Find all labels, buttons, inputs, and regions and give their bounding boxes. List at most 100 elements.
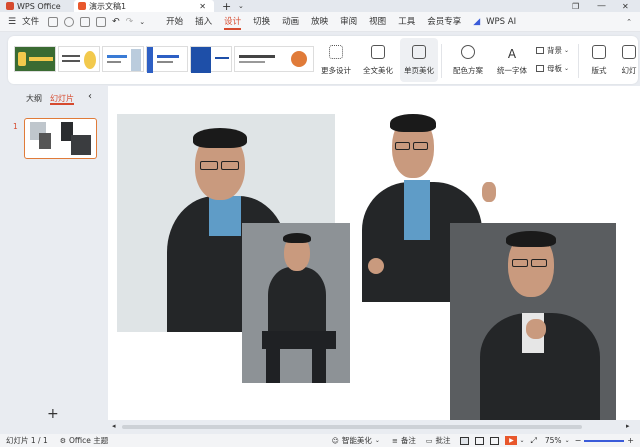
- sorter-view-icon[interactable]: [475, 436, 485, 445]
- menu-slideshow[interactable]: 放映: [305, 12, 334, 32]
- add-slide-button[interactable]: +: [47, 406, 59, 422]
- color-scheme-button[interactable]: 配色方案: [446, 38, 490, 82]
- menu-wps-ai[interactable]: WPS AI: [480, 12, 522, 32]
- slide-number: 1: [13, 122, 18, 131]
- wps-ai-icon: ◢: [473, 16, 481, 27]
- photo-3[interactable]: [242, 223, 350, 383]
- scroll-thumb[interactable]: [122, 425, 582, 429]
- undo-icon[interactable]: ↶: [112, 17, 120, 27]
- save-icon[interactable]: [48, 16, 59, 27]
- app-tab-label: WPS Office: [17, 1, 61, 11]
- master-icon: [536, 64, 544, 72]
- close-tab-icon[interactable]: ✕: [199, 2, 206, 11]
- color-scheme-label: 配色方案: [453, 66, 483, 75]
- tab-wps-office[interactable]: WPS Office: [6, 0, 68, 12]
- ribbon-divider-2: [578, 44, 579, 78]
- design-template-3[interactable]: [102, 46, 144, 72]
- menu-home[interactable]: 开始: [160, 12, 189, 32]
- format-label: 版式: [591, 66, 607, 75]
- slide-button[interactable]: 幻灯: [618, 38, 640, 82]
- redo-icon[interactable]: ↷: [126, 17, 134, 27]
- slide-thumbnail[interactable]: [24, 118, 97, 159]
- menu-review[interactable]: 审阅: [334, 12, 363, 32]
- zoom-slider[interactable]: [584, 439, 625, 442]
- zoom-level[interactable]: 75%: [545, 436, 562, 445]
- wps-logo-icon: [6, 2, 14, 10]
- grid-icon: [329, 45, 343, 59]
- notes-button[interactable]: 备注: [401, 435, 416, 446]
- link-icon[interactable]: [64, 16, 75, 27]
- design-template-5[interactable]: [190, 46, 232, 73]
- menu-design[interactable]: 设计: [218, 12, 247, 32]
- cube-icon: [371, 45, 385, 59]
- master-button[interactable]: 母板 ⌄: [536, 62, 569, 74]
- palette-icon: [461, 45, 475, 59]
- menu-view[interactable]: 视图: [363, 12, 392, 32]
- doc-tab-label: 演示文稿1: [89, 1, 127, 11]
- slide-info: 幻灯片 1 / 1: [6, 436, 48, 445]
- notes-icon: ≡: [391, 436, 398, 445]
- full-beautify-label: 全文美化: [363, 66, 393, 75]
- menu-insert[interactable]: 插入: [189, 12, 218, 32]
- tab-outline[interactable]: 大纲: [26, 93, 42, 104]
- unify-font-label: 统一字体: [497, 66, 527, 75]
- smart-beautify-button[interactable]: 智能美化: [342, 435, 372, 446]
- background-label: 背景: [547, 45, 562, 55]
- scroll-right-icon[interactable]: ▸: [626, 422, 630, 430]
- more-design-button[interactable]: 更多设计: [318, 38, 354, 82]
- comments-button[interactable]: 批注: [435, 435, 450, 446]
- background-button[interactable]: 背景 ⌄: [536, 44, 569, 56]
- horizontal-scrollbar[interactable]: ◂ ▸: [108, 420, 640, 434]
- design-template-4[interactable]: [146, 46, 188, 73]
- background-icon: [536, 46, 544, 54]
- design-template-2[interactable]: [58, 46, 100, 72]
- menu-bar: ☰ 文件 ↶ ↷ ⌄ 开始 插入 设计 切换 动画 放映 审阅 视图 工具 会员…: [0, 12, 640, 32]
- menu-tools[interactable]: 工具: [392, 12, 421, 32]
- reading-view-icon[interactable]: [490, 436, 500, 445]
- layout-icon: [592, 45, 606, 59]
- single-beautify-button[interactable]: 单页美化: [400, 38, 438, 82]
- slide-canvas[interactable]: [108, 86, 640, 420]
- photo-4[interactable]: [450, 223, 616, 420]
- theme-label[interactable]: Office 主题: [69, 435, 108, 446]
- design-template-1[interactable]: [14, 46, 56, 72]
- slide-label: 幻灯: [621, 66, 637, 75]
- more-quick-icon[interactable]: ⌄: [139, 18, 145, 26]
- play-icon[interactable]: ▶: [505, 436, 518, 445]
- menu-animation[interactable]: 动画: [276, 12, 305, 32]
- slide-icon: [622, 45, 636, 59]
- fit-icon[interactable]: ⤢: [530, 436, 536, 446]
- print-icon[interactable]: [80, 16, 91, 27]
- status-bar: 幻灯片 1 / 1 ⚙ Office 主题 ☺ 智能美化 ⌄ ≡ 备注 ▭ 批注…: [0, 434, 640, 447]
- master-label: 母板: [547, 63, 562, 73]
- menu-member[interactable]: 会员专享: [421, 12, 467, 32]
- minimize-icon[interactable]: —: [597, 0, 606, 12]
- menu-transition[interactable]: 切换: [247, 12, 276, 32]
- smart-beautify-icon: ☺: [331, 436, 339, 445]
- menu-icon[interactable]: ☰: [8, 17, 16, 27]
- window-restore-icon[interactable]: ❐: [572, 0, 579, 12]
- more-design-label: 更多设计: [321, 66, 351, 75]
- unify-font-button[interactable]: A 统一字体: [492, 38, 532, 82]
- presentation-icon: [78, 2, 86, 10]
- collapse-icon[interactable]: ‹: [88, 91, 92, 102]
- full-beautify-button[interactable]: 全文美化: [358, 38, 398, 82]
- format-button[interactable]: 版式: [584, 38, 614, 82]
- tab-dropdown-icon[interactable]: ⌄: [238, 0, 244, 12]
- normal-view-icon[interactable]: [460, 436, 470, 445]
- design-template-6[interactable]: [234, 46, 314, 72]
- zoom-in-icon[interactable]: +: [627, 436, 634, 445]
- font-icon: A: [507, 47, 517, 61]
- menu-file[interactable]: 文件: [16, 12, 45, 32]
- zoom-out-icon[interactable]: −: [575, 436, 582, 445]
- tab-document[interactable]: 演示文稿1 ✕: [74, 0, 214, 12]
- ribbon-collapse-icon[interactable]: ⌃: [626, 18, 632, 26]
- left-panel: 大纲 幻灯片 ‹ 1 +: [0, 86, 108, 434]
- preview-icon[interactable]: [96, 16, 107, 27]
- scroll-left-icon[interactable]: ◂: [112, 422, 116, 430]
- close-window-icon[interactable]: ✕: [622, 0, 629, 12]
- tab-underline: [50, 103, 74, 105]
- new-tab-button[interactable]: +: [222, 0, 231, 13]
- title-bar: WPS Office 演示文稿1 ✕ + ⌄ ❐ — ✕: [0, 0, 640, 13]
- theme-icon: ⚙: [59, 436, 67, 445]
